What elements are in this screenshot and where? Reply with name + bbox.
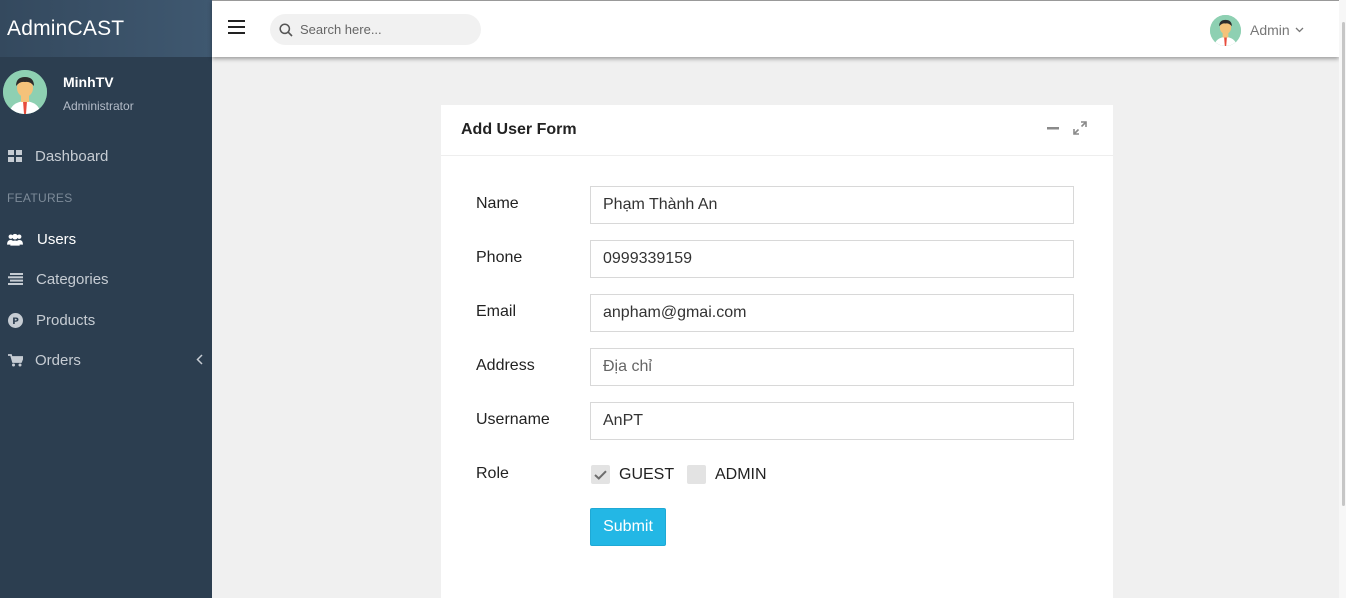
chevron-left-icon xyxy=(196,354,203,368)
account-avatar xyxy=(1210,14,1241,46)
role-guest-checkbox[interactable]: GUEST xyxy=(591,465,674,484)
phone-input[interactable] xyxy=(590,240,1074,278)
sidebar-item-label: Users xyxy=(37,230,77,248)
chevron-down-icon xyxy=(1295,25,1304,36)
page-scrollbar-thumb[interactable] xyxy=(1342,22,1345,506)
expand-icon[interactable] xyxy=(1072,120,1088,136)
sidebar-item-label: Products xyxy=(36,311,96,329)
account-label: Admin xyxy=(1250,22,1290,38)
products-icon: P xyxy=(7,312,23,328)
hamburger-menu-icon[interactable] xyxy=(228,20,245,36)
sidebar-item-label: Dashboard xyxy=(35,147,109,165)
role-admin-checkbox[interactable]: ADMIN xyxy=(687,465,767,484)
account-menu[interactable]: Admin xyxy=(1210,14,1304,46)
role-guest-label: GUEST xyxy=(619,465,675,483)
add-user-card: Add User Form Name Phone Email Address U… xyxy=(441,105,1113,598)
sidebar-item-dashboard[interactable]: Dashboard xyxy=(0,141,212,171)
users-icon xyxy=(7,231,23,247)
search-box[interactable] xyxy=(270,14,481,45)
name-input[interactable] xyxy=(590,186,1074,224)
user-panel: MinhTV Administrator xyxy=(0,57,212,127)
name-label: Name xyxy=(476,195,519,212)
sidebar-item-products[interactable]: P Products xyxy=(0,305,212,335)
sidebar-item-users[interactable]: Users xyxy=(0,224,212,254)
card-header: Add User Form xyxy=(441,105,1113,156)
checkbox-box xyxy=(687,465,706,484)
user-name: MinhTV xyxy=(63,74,114,90)
sidebar: MinhTV Administrator Dashboard FEATURES … xyxy=(0,57,212,598)
nav-section-heading: FEATURES xyxy=(7,191,73,205)
sidebar-item-categories[interactable]: Categories xyxy=(0,264,212,294)
user-role: Administrator xyxy=(63,99,134,113)
sidebar-item-label: Categories xyxy=(36,270,109,288)
brand-logo[interactable]: AdminCAST xyxy=(0,0,212,57)
categories-icon xyxy=(7,271,23,287)
search-icon xyxy=(279,22,293,37)
username-input[interactable] xyxy=(590,402,1074,440)
top-header: Admin xyxy=(212,0,1339,57)
email-label: Email xyxy=(476,303,517,320)
address-input[interactable] xyxy=(590,348,1074,386)
cart-icon xyxy=(7,352,23,368)
search-input[interactable] xyxy=(300,22,470,37)
role-label: Role xyxy=(476,465,509,482)
address-label: Address xyxy=(476,357,535,374)
username-label: Username xyxy=(476,411,550,428)
dashboard-icon xyxy=(7,148,23,164)
sidebar-item-label: Orders xyxy=(35,351,81,369)
svg-text:P: P xyxy=(12,317,19,327)
checkmark-icon xyxy=(591,465,610,484)
user-avatar xyxy=(3,70,47,114)
role-admin-label: ADMIN xyxy=(715,465,767,483)
phone-label: Phone xyxy=(476,249,523,266)
submit-button[interactable]: Submit xyxy=(590,508,666,546)
sidebar-item-orders[interactable]: Orders xyxy=(0,345,212,375)
minimize-icon[interactable] xyxy=(1045,120,1061,136)
card-title: Add User Form xyxy=(461,121,577,138)
email-input[interactable] xyxy=(590,294,1074,332)
